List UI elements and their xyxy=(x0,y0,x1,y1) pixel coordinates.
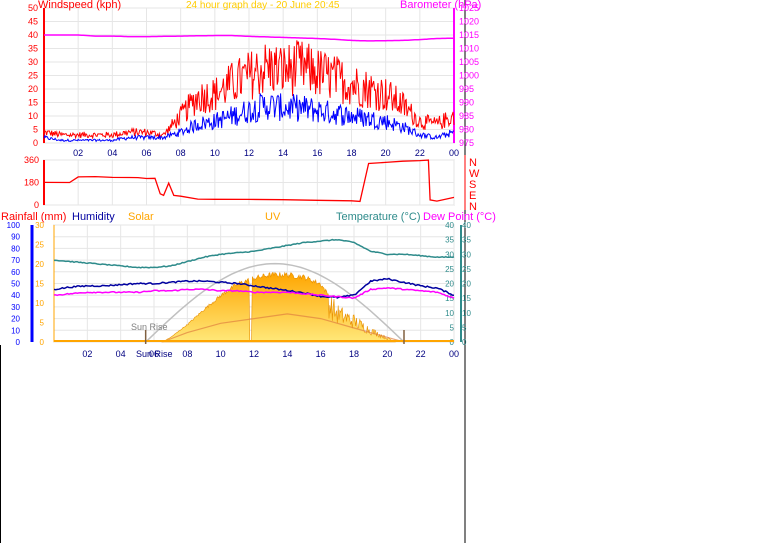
time-tick: 00 xyxy=(449,148,459,158)
windspeed-label: Windspeed (kph) xyxy=(38,0,121,11)
windspeed-tick: 25 xyxy=(28,71,38,81)
direction-tick: 180 xyxy=(24,178,39,188)
direction-axis: 0 180 360 xyxy=(24,155,39,210)
barometer-tick: 1000 xyxy=(459,71,479,81)
temperature-tick-left: 20 xyxy=(445,280,454,289)
time-tick: 22 xyxy=(415,148,425,158)
time-tick: 14 xyxy=(278,148,288,158)
time-tick: 18 xyxy=(346,148,356,158)
windspeed-tick: 45 xyxy=(28,17,38,27)
sun-rise-label-bottom: Sun Rise xyxy=(136,349,173,359)
time-tick: 06 xyxy=(141,148,151,158)
direction-tick: 0 xyxy=(34,200,39,210)
compass-labels: NWSEN xyxy=(469,157,480,213)
temperature-tick-left: 10 xyxy=(445,309,454,318)
temperature-humidity-panel: 01020304050607080901000510152025300 05 510… xyxy=(1,211,496,359)
barometer-tick: 1020 xyxy=(459,17,479,27)
time-tick: 10 xyxy=(210,148,220,158)
windspeed-tick: 20 xyxy=(28,84,38,94)
temperature-tick-right: 15 xyxy=(462,294,471,303)
windspeed-tick: 10 xyxy=(28,111,38,121)
rainfall-label: Rainfall (mm) xyxy=(1,211,66,223)
temperature-tick-left: 0 xyxy=(450,338,455,347)
time-tick: 22 xyxy=(416,349,426,359)
windspeed-axis: 0 5 10 15 20 25 30 35 40 45 50 xyxy=(28,3,38,148)
time-tick: 20 xyxy=(382,349,392,359)
barometer-tick: 975 xyxy=(459,138,474,148)
temperature-tick-right: 35 xyxy=(462,236,471,245)
direction-tick: 360 xyxy=(24,155,39,165)
temperature-tick-right: 0 xyxy=(462,338,467,347)
time-tick: 18 xyxy=(349,349,359,359)
windspeed-tick: 35 xyxy=(28,44,38,54)
temperature-tick-left: 35 xyxy=(445,236,454,245)
temperature-label: Temperature (°C) xyxy=(336,211,420,223)
time-tick: 12 xyxy=(244,148,254,158)
windspeed-tick: 30 xyxy=(28,57,38,67)
time-tick: 00 xyxy=(449,349,459,359)
rainfall-tick: 70 xyxy=(11,256,20,265)
temperature-tick-right: 5 xyxy=(462,323,467,332)
rainfall-tick: 60 xyxy=(11,268,20,277)
humidity-label: Humidity xyxy=(72,211,115,223)
barometer-tick: 995 xyxy=(459,84,474,94)
time-tick: 02 xyxy=(82,349,92,359)
solar-tick: 5 xyxy=(40,319,45,328)
time-tick: 08 xyxy=(182,349,192,359)
weather-graph: 05101520253035404550 9759809859909951000… xyxy=(0,0,496,543)
windspeed-tick: 40 xyxy=(28,30,38,40)
time-tick: 04 xyxy=(107,148,117,158)
time-axis-top: 02 04 06 08 10 12 14 16 18 20 22 00 xyxy=(73,148,459,158)
barometer-tick: 1010 xyxy=(459,44,479,54)
time-tick: 14 xyxy=(282,349,292,359)
rainfall-tick: 50 xyxy=(11,280,20,289)
rainfall-tick: 0 xyxy=(16,338,21,347)
temperature-tick-right: 25 xyxy=(462,265,471,274)
wind-barometer-panel: 05101520253035404550 9759809859909951000… xyxy=(28,0,481,158)
barometer-tick: 980 xyxy=(459,125,474,135)
wind-direction-panel: 0 180 360 NWSEN xyxy=(24,155,480,213)
temperature-tick-left: 25 xyxy=(445,265,454,274)
time-tick: 02 xyxy=(73,148,83,158)
time-tick: 16 xyxy=(312,148,322,158)
time-tick: 04 xyxy=(116,349,126,359)
rainfall-tick: 10 xyxy=(11,326,20,335)
temperature-tick-right: 30 xyxy=(462,250,471,259)
barometer-tick: 985 xyxy=(459,111,474,121)
windspeed-tick: 0 xyxy=(33,138,38,148)
time-tick: 12 xyxy=(249,349,259,359)
solar-tick: 15 xyxy=(35,280,44,289)
solar-label: Solar xyxy=(128,211,154,223)
rainfall-tick: 40 xyxy=(11,291,20,300)
time-tick: 10 xyxy=(216,349,226,359)
solar-tick: 20 xyxy=(35,260,44,269)
solar-tick: 10 xyxy=(35,299,44,308)
dewpoint-label: Dew Point (°C) xyxy=(423,211,496,223)
rainfall-tick: 30 xyxy=(11,303,20,312)
barometer-label: Barometer (hPa) xyxy=(400,0,481,11)
time-tick: 08 xyxy=(176,148,186,158)
solar-tick: 0 xyxy=(40,338,45,347)
graph-title: 24 hour graph day - 20 June 20:45 xyxy=(186,0,340,11)
windspeed-tick: 5 xyxy=(33,125,38,135)
barometer-tick: 990 xyxy=(459,98,474,108)
sun-rise-label-top: Sun Rise xyxy=(131,322,168,332)
barometer-axis: 975980985990995100010051010101510201025 xyxy=(459,3,479,148)
time-tick: 16 xyxy=(316,349,326,359)
barometer-tick: 1005 xyxy=(459,57,479,67)
temperature-tick-right: 10 xyxy=(462,309,471,318)
time-tick: 20 xyxy=(381,148,391,158)
temperature-tick-left: 5 xyxy=(450,323,455,332)
temperature-tick-right: 20 xyxy=(462,280,471,289)
rainfall-tick: 20 xyxy=(11,315,20,324)
rainfall-tick: 80 xyxy=(11,244,20,253)
barometer-tick: 1015 xyxy=(459,30,479,40)
rainfall-tick: 90 xyxy=(11,233,20,242)
solar-tick: 25 xyxy=(35,241,44,250)
windspeed-tick: 15 xyxy=(28,98,38,108)
windspeed-tick: 50 xyxy=(28,3,38,13)
uv-label: UV xyxy=(265,211,281,223)
